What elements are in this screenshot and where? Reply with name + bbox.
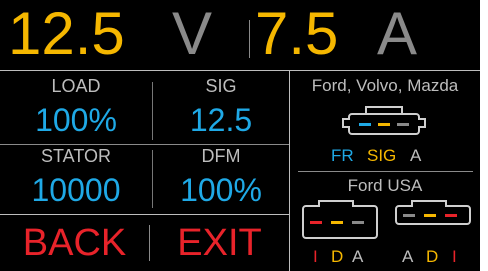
pin-label-d-right: D (426, 247, 439, 266)
buttons-separator (0, 214, 289, 215)
load-value: 100% (35, 102, 117, 138)
pin-label-a: A (410, 146, 422, 165)
pin-label-fr: FR (331, 146, 354, 165)
pin-label-a-left: A (352, 247, 364, 266)
dfm-value: 100% (180, 172, 262, 208)
header-separator (0, 70, 480, 71)
stator-value: 10000 (31, 172, 121, 208)
display-screen: 12.5 V 7.5 A LOAD 100% SIG 12.5 STATOR 1… (0, 0, 480, 271)
exit-button[interactable]: EXIT (150, 222, 289, 265)
stator-label: STATOR (40, 146, 111, 166)
current-value: 7.5 (255, 0, 339, 67)
sig-label: SIG (205, 76, 237, 96)
voltage-unit: V (172, 0, 213, 67)
back-button[interactable]: BACK (0, 222, 149, 265)
stats-separator (0, 144, 289, 145)
connector-group2-title: Ford USA (347, 176, 423, 195)
header-divider (249, 20, 250, 58)
pin-label-sig: SIG (367, 146, 397, 165)
dfm-label: DFM (201, 146, 241, 166)
load-label: LOAD (51, 76, 101, 96)
pin-label-i-right: I (452, 247, 457, 266)
sig-value: 12.5 (189, 102, 253, 138)
panel-divider (289, 70, 290, 271)
connector-separator (298, 171, 473, 172)
current-unit: A (377, 0, 418, 67)
pin-label-a-right: A (402, 247, 414, 266)
connector-group1-title: Ford, Volvo, Mazda (311, 76, 459, 95)
pin-label-i-left: I (313, 247, 318, 266)
pin-label-d-left: D (331, 247, 344, 266)
voltage-value: 12.5 (8, 0, 125, 67)
